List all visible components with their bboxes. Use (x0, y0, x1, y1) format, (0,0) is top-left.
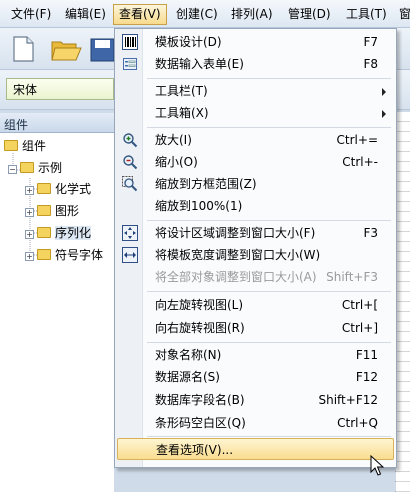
menu-item-zoom-100[interactable]: 缩放到100%(1) (117, 195, 394, 217)
tree-node-symbol-fonts[interactable]: + 符号字体 (25, 246, 103, 264)
menu-item-db-field-name[interactable]: 数据库字段名(B) Shift+F12 (117, 389, 394, 411)
menu-view[interactable]: 查看(V) (113, 4, 167, 25)
fit-window-icon (122, 225, 138, 241)
mouse-cursor-icon (370, 455, 384, 476)
menu-item-barcode-quiet-zone[interactable]: 条形码空白区(Q) Ctrl+Q (117, 412, 394, 434)
zoom-in-icon (123, 133, 138, 148)
menu-item-toolbox[interactable]: 工具箱(X) (117, 102, 394, 124)
components-panel-title: 组件 (0, 113, 114, 133)
menu-item-zoom-to-box[interactable]: 缩放到方框范围(Z) (117, 173, 394, 195)
menu-item-fit-all-objects: 将全部对象调整到窗口大小(A) Shift+F3 (155, 270, 378, 284)
menu-separator (147, 291, 391, 292)
menu-separator (147, 127, 391, 128)
menu-item-data-entry-form[interactable]: 数据输入表单(E) F8 (117, 53, 394, 75)
tree-node-chemistry[interactable]: + 化学式 (25, 180, 91, 198)
submenu-arrow-icon (382, 110, 386, 118)
barcode-icon (122, 34, 138, 50)
menu-item-fit-design-area[interactable]: 将设计区域调整到窗口大小(F) F3 (117, 222, 394, 244)
tree-node-graphics[interactable]: + 图形 (25, 202, 79, 220)
menu-item-rotate-right[interactable]: 向右旋转视图(R) Ctrl+] (117, 317, 394, 339)
menu-separator (147, 220, 391, 221)
menu-item-object-name[interactable]: 对象名称(N) F11 (117, 344, 394, 366)
menu-arrange[interactable]: 排列(A) (226, 4, 278, 25)
folder-icon (37, 205, 51, 216)
collapse-icon[interactable]: − (8, 165, 17, 174)
folder-icon (37, 249, 51, 260)
expand-icon[interactable]: + (25, 186, 34, 195)
zoom-box-icon (122, 176, 138, 192)
save-button[interactable] (90, 34, 115, 64)
new-file-icon (13, 36, 34, 62)
save-icon (90, 38, 115, 62)
open-folder-icon (4, 140, 18, 151)
menu-separator (147, 436, 391, 437)
menubar: 文件(F) 编辑(E) 查看(V) 创建(C) 排列(A) 管理(D) 工具(T… (0, 0, 410, 28)
tree-node-serialization[interactable]: + 序列化 (25, 224, 92, 242)
form-icon (123, 58, 137, 70)
expand-icon[interactable]: + (25, 208, 34, 217)
menu-item-zoom-out[interactable]: 缩小(O) Ctrl+- (117, 151, 394, 173)
folder-icon (37, 183, 51, 194)
menu-item-zoom-in[interactable]: 放大(I) Ctrl+= (117, 129, 394, 151)
menu-separator (147, 78, 391, 79)
menu-item-rotate-left[interactable]: 向左旋转视图(L) Ctrl+[ (117, 294, 394, 316)
expand-icon[interactable]: + (25, 252, 34, 261)
menu-item-view-options[interactable]: 查看选项(V)... (117, 438, 394, 460)
menu-item-toolbars[interactable]: 工具栏(T) (117, 80, 394, 102)
zoom-out-icon (123, 155, 138, 170)
open-file-button[interactable] (50, 34, 82, 64)
menu-item-template-design[interactable]: 模板设计(D) F7 (117, 31, 394, 53)
open-folder-icon (51, 41, 82, 61)
folder-icon (37, 227, 51, 238)
tree-node-examples[interactable]: − 示例 (8, 159, 62, 177)
submenu-arrow-icon (382, 88, 386, 96)
expand-icon[interactable]: + (25, 230, 34, 239)
components-tree: 组件 − 示例 + 化学式 + 图形 + 序列化 + 符号字体 (0, 133, 114, 492)
menu-file[interactable]: 文件(F) (6, 4, 56, 25)
menu-item-fit-template-width[interactable]: 将模板宽度调整到窗口大小(W) (117, 244, 394, 266)
menu-item-data-source-name[interactable]: 数据源名(S) F12 (117, 366, 394, 388)
menu-manage[interactable]: 管理(D) (283, 4, 336, 25)
view-menu-dropdown: 模板设计(D) F7 数据输入表单(E) F8 工具栏(T) 工具箱(X) 放大… (114, 28, 397, 468)
menu-tools[interactable]: 工具(T) (341, 4, 392, 25)
open-folder-icon (20, 162, 34, 173)
fit-width-icon (122, 247, 138, 263)
vertical-ruler (395, 112, 410, 492)
menu-edit[interactable]: 编辑(E) (60, 4, 111, 25)
font-name-combo[interactable]: 宋体 (6, 78, 114, 100)
tree-root[interactable]: 组件 (4, 137, 46, 155)
menu-separator (147, 342, 391, 343)
new-file-button[interactable] (8, 34, 38, 64)
menu-window[interactable]: 窗 (394, 4, 410, 25)
menu-create[interactable]: 创建(C) (171, 4, 223, 25)
